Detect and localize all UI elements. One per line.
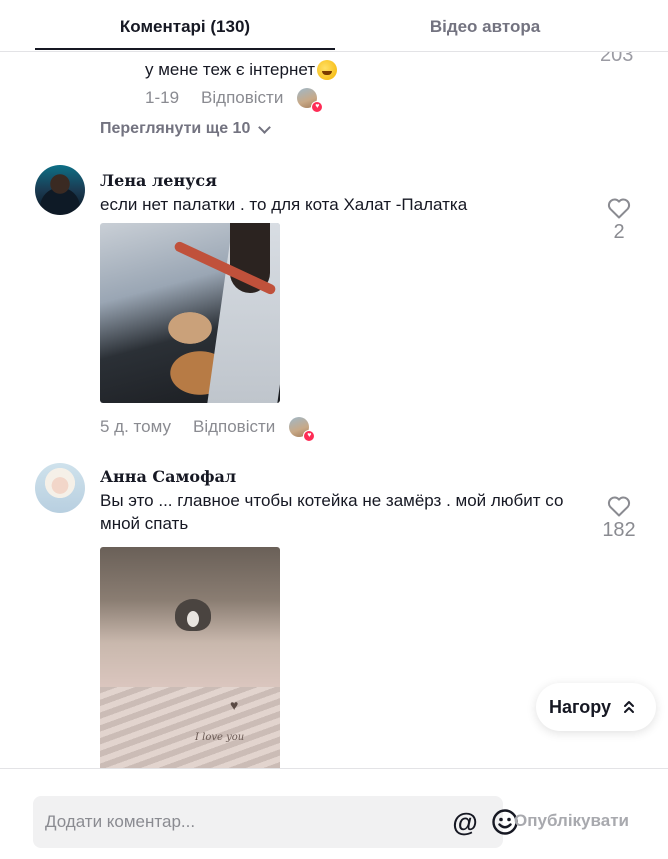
reply-text: у мене теж є інтернет: [145, 60, 338, 80]
comment-author[interactable]: Анна Самофал: [100, 467, 236, 486]
chevron-down-icon: [258, 120, 272, 134]
heart-icon: ♥: [303, 430, 316, 442]
comment-tabs: Коментарі (130) Відео автора: [0, 0, 668, 52]
rofl-emoji-icon: [317, 60, 338, 80]
reply-button[interactable]: Відповісти: [201, 88, 283, 108]
avatar[interactable]: [35, 463, 85, 513]
comment-text: если нет палатки . то для кота Халат -Па…: [100, 195, 468, 214]
heart-icon: ♥: [311, 101, 324, 113]
like-count: 2: [613, 221, 625, 243]
comment-input[interactable]: [45, 796, 405, 848]
comment-photo[interactable]: ♥ I love you: [100, 547, 280, 768]
comment-text: Вы это ... главное чтобы котейка не замё…: [100, 491, 564, 533]
tab-comments[interactable]: Коментарі (130): [35, 0, 335, 52]
comment-input-box[interactable]: @: [33, 796, 518, 848]
like-count: 203: [600, 52, 634, 66]
comment-meta: 5 д. тому Відповісти ♥: [100, 417, 316, 442]
like-count: 182: [602, 519, 636, 541]
active-tab-indicator: [35, 48, 335, 50]
cat: [175, 599, 211, 631]
reply-button[interactable]: Відповісти: [193, 417, 275, 437]
like-button[interactable]: 2: [600, 197, 638, 244]
tab-author-videos[interactable]: Відео автора: [335, 0, 635, 52]
heart-outline-icon: [607, 496, 631, 517]
like-button[interactable]: 182: [600, 495, 638, 542]
reply-date: 1-19: [145, 88, 180, 107]
photo-caption: I love you: [195, 732, 245, 743]
mention-icon[interactable]: @: [451, 808, 479, 836]
comment-composer: @ Опублікувати: [0, 768, 668, 859]
avatar[interactable]: [35, 165, 85, 215]
double-chevron-up-icon: [624, 701, 635, 713]
creator-liked-avatar: ♥: [297, 88, 324, 113]
comment-author[interactable]: Лена ленуся: [100, 171, 217, 190]
heart-outline-icon: [607, 198, 631, 219]
back-to-top-label: Нагору: [549, 696, 612, 717]
view-more-replies-button[interactable]: Переглянути ще 10: [100, 120, 272, 138]
comment-date: 5 д. тому: [100, 417, 171, 436]
publish-button[interactable]: Опублікувати: [514, 811, 629, 831]
comment-list[interactable]: 203 у мене теж є інтернет 1-19 Відповіст…: [0, 52, 668, 768]
comment-photo[interactable]: [100, 223, 280, 403]
creator-liked-avatar: ♥: [289, 417, 316, 442]
reply-meta: 1-19 Відповісти ♥: [145, 88, 324, 113]
view-more-label: Переглянути ще 10: [100, 120, 251, 137]
reply-text-content: у мене теж є інтернет: [145, 60, 316, 79]
back-to-top-button[interactable]: Нагору: [536, 683, 656, 731]
